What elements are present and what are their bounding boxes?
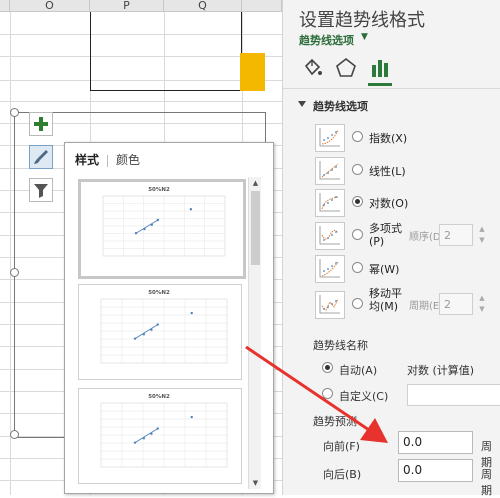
trendline-param-input[interactable]: 2 — [439, 224, 473, 246]
trendline-option-row[interactable]: 线性(L) — [315, 157, 495, 185]
trendline-option-row[interactable]: 多项式(P) 顺序(D) 2 ▲ ▼ — [315, 222, 495, 250]
chart-filters-button[interactable] — [29, 178, 53, 202]
funnel-icon — [34, 184, 48, 198]
radio-custom[interactable] — [322, 388, 334, 400]
section-forecast: 趋势预测 — [313, 415, 357, 428]
trendline-option-label[interactable]: 指数(X) — [369, 130, 407, 146]
backward-label: 向后(B) — [323, 468, 362, 481]
bordered-cell-range[interactable] — [90, 12, 242, 91]
tab-style[interactable]: 样式 — [75, 151, 99, 168]
bar-chart-icon[interactable] — [368, 56, 392, 80]
resize-handle[interactable] — [10, 268, 19, 277]
resize-handle[interactable] — [10, 108, 19, 117]
collapse-triangle-icon[interactable] — [298, 101, 306, 107]
trendline-radio[interactable] — [352, 164, 363, 175]
grid-line — [10, 12, 11, 495]
spin-down-arrow[interactable]: ▼ — [477, 235, 487, 245]
spin-up-arrow[interactable]: ▲ — [477, 293, 487, 303]
forward-label: 向前(F) — [323, 440, 360, 453]
trendline-radio[interactable] — [352, 196, 363, 207]
radio-auto[interactable] — [322, 362, 334, 374]
trendline-option-label[interactable]: 移动平均(M) — [369, 287, 405, 313]
section-trendline-name: 趋势线名称 — [313, 339, 368, 352]
auto-name-value: 对数 (计算值) — [407, 364, 475, 377]
active-tab-indicator — [368, 83, 392, 86]
paintbrush-icon — [34, 150, 48, 164]
format-trendline-pane: 设置趋势线格式 趋势线选项 ▼ 趋势线选项 指数(X) 线性(L) 对数(O) 多项式… — [282, 0, 500, 497]
trendline-type-icon — [315, 291, 345, 319]
column-header-n[interactable] — [0, 0, 10, 12]
thumbnail-chart-preview: 50%N2 — [100, 394, 228, 468]
paint-bucket-icon[interactable] — [300, 56, 324, 80]
trendline-radio[interactable] — [352, 131, 363, 142]
chart-elements-button[interactable] — [29, 112, 53, 136]
column-header-r[interactable] — [242, 0, 282, 12]
pentagon-effects-icon[interactable] — [334, 56, 358, 80]
trendline-type-icon — [315, 189, 345, 217]
custom-name-input[interactable] — [407, 384, 500, 406]
trendline-option-label[interactable]: 对数(O) — [369, 195, 408, 211]
style-thumbnail[interactable]: 50%N2 — [78, 388, 242, 484]
style-thumbnail-list: 50%N2 50%N2 50%N2 — [73, 175, 247, 491]
thumbnail-chart-preview: 50%N2 — [100, 290, 228, 364]
scroll-up-arrow[interactable]: ▲ — [249, 177, 262, 189]
backward-input[interactable]: 0.0 — [398, 459, 473, 482]
radio-custom-label[interactable]: 自定义(C) — [339, 388, 388, 404]
trendline-param-input[interactable]: 2 — [439, 293, 473, 315]
divider — [283, 88, 500, 89]
plus-icon — [34, 117, 48, 131]
trendline-type-icon — [315, 124, 345, 152]
highlighted-cell[interactable] — [240, 53, 265, 91]
backward-unit: 周期 — [481, 468, 492, 497]
trendline-radio[interactable] — [352, 298, 363, 309]
trendline-option-row[interactable]: 对数(O) — [315, 189, 495, 217]
pane-title: 设置趋势线格式 — [299, 10, 425, 31]
style-thumbnail[interactable]: 50%N2 — [78, 284, 242, 380]
radio-auto-label[interactable]: 自动(A) — [339, 362, 377, 378]
trendline-type-icon — [315, 222, 345, 250]
grid-line — [0, 101, 282, 102]
trendline-param-label: 周期(E) — [409, 301, 444, 312]
column-header-o[interactable]: O — [10, 0, 90, 12]
section-trendline-options[interactable]: 趋势线选项 — [313, 98, 368, 114]
thumbnail-title: 50%N2 — [148, 290, 170, 296]
popup-tabs: 样式 颜色 — [75, 151, 148, 169]
trendline-option-label[interactable]: 线性(L) — [369, 163, 406, 179]
tab-color[interactable]: 颜色 — [116, 151, 140, 168]
popup-scrollbar[interactable]: ▲ ▼ — [248, 177, 261, 489]
trendline-option-row[interactable]: 幂(W) — [315, 255, 495, 283]
thumbnail-title: 50%N2 — [148, 187, 170, 193]
spin-down-arrow[interactable]: ▼ — [477, 304, 487, 314]
scroll-thumb[interactable] — [251, 191, 260, 265]
trendline-option-label[interactable]: 多项式(P) — [369, 222, 405, 248]
spin-up-arrow[interactable]: ▲ — [477, 224, 487, 234]
chart-styles-popup: 样式 颜色 50%N2 50%N2 50%N2 ▲ ▼ — [64, 142, 274, 494]
tab-divider — [107, 154, 109, 167]
trendline-radio[interactable] — [352, 229, 363, 240]
trendline-option-label[interactable]: 幂(W) — [369, 261, 399, 277]
resize-handle[interactable] — [10, 430, 19, 439]
trendline-options-dropdown[interactable]: 趋势线选项 — [299, 32, 354, 48]
trendline-radio[interactable] — [352, 262, 363, 273]
trendline-option-row[interactable]: 移动平均(M) 周期(E) 2 ▲ ▼ — [315, 287, 495, 319]
thumbnail-chart-preview: 50%N2 — [102, 187, 226, 257]
trendline-type-icon — [315, 157, 345, 185]
column-header-p[interactable]: P — [90, 0, 164, 12]
chart-styles-button[interactable] — [29, 145, 53, 169]
column-header-q[interactable]: Q — [164, 0, 242, 12]
scroll-down-arrow[interactable]: ▼ — [249, 477, 262, 489]
style-thumbnail[interactable]: 50%N2 — [78, 179, 246, 279]
forward-input[interactable]: 0.0 — [398, 431, 473, 454]
thumbnail-title: 50%N2 — [148, 394, 170, 400]
trendline-type-icon — [315, 255, 345, 283]
trendline-option-row[interactable]: 指数(X) — [315, 124, 495, 152]
caret-down-icon[interactable]: ▼ — [361, 32, 368, 42]
